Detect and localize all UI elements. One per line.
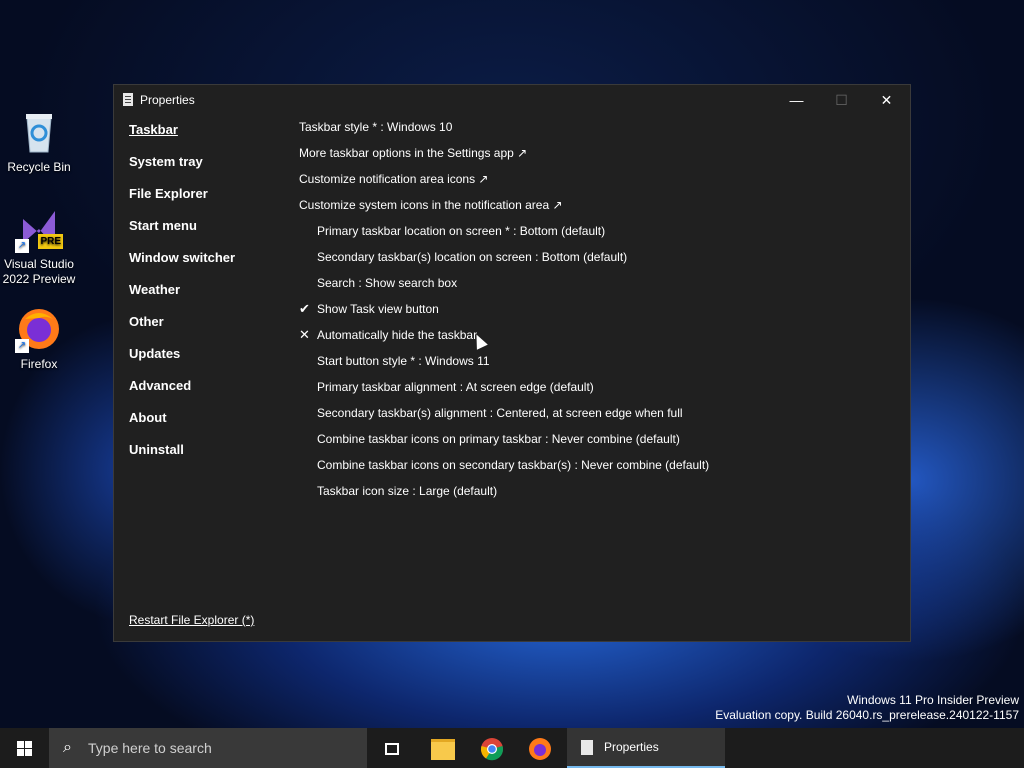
nav-item-window-switcher[interactable]: Window switcher	[129, 249, 289, 281]
nav-item-uninstall[interactable]: Uninstall	[129, 441, 289, 473]
chrome-icon	[480, 738, 504, 761]
window-title: Properties	[140, 93, 195, 107]
taskbar: ⌕ Type here to search Properties	[0, 728, 1024, 768]
nav-item-about[interactable]: About	[129, 409, 289, 441]
chrome-taskbar-button[interactable]	[468, 728, 516, 768]
option-combine-primary[interactable]: Combine taskbar icons on primary taskbar…	[299, 430, 899, 456]
option-label: Taskbar style * : Windows 10	[299, 120, 453, 134]
firefox-taskbar-button[interactable]	[516, 728, 564, 768]
preview-badge: PRE	[38, 234, 63, 249]
checkmark-icon: ✔	[299, 301, 310, 316]
evaluation-watermark: Windows 11 Pro Insider Preview Evaluatio…	[715, 693, 1019, 723]
option-primary-alignment[interactable]: Primary taskbar alignment : At screen ed…	[299, 378, 899, 404]
file-explorer-taskbar-button[interactable]	[419, 728, 467, 768]
option-notification-icons-link[interactable]: Customize notification area icons ↗	[299, 170, 899, 196]
task-view-button[interactable]	[368, 728, 416, 768]
nav-item-advanced[interactable]: Advanced	[129, 377, 289, 409]
visual-studio-icon: PRE ↗	[15, 205, 63, 253]
firefox-icon: ↗	[15, 305, 63, 353]
nav-item-taskbar[interactable]: Taskbar	[129, 121, 289, 153]
nav-item-updates[interactable]: Updates	[129, 345, 289, 377]
option-label: Combine taskbar icons on primary taskbar…	[317, 432, 680, 446]
watermark-line-1: Windows 11 Pro Insider Preview	[847, 693, 1019, 707]
option-label: Automatically hide the taskbar	[317, 328, 478, 342]
recycle-bin-icon	[15, 108, 63, 156]
properties-taskbar-button[interactable]: Properties	[567, 728, 725, 768]
option-taskbar-style[interactable]: Taskbar style * : Windows 10	[299, 118, 899, 144]
taskbar-app-label: Properties	[604, 740, 659, 754]
option-start-button-style[interactable]: Start button style * : Windows 11	[299, 352, 899, 378]
maximize-button[interactable]: ☐	[819, 85, 864, 115]
option-system-icons-link[interactable]: Customize system icons in the notificati…	[299, 196, 899, 222]
shortcut-arrow-icon: ↗	[15, 339, 29, 353]
title-bar[interactable]: Properties — ☐ ✕	[114, 85, 910, 115]
minimize-button[interactable]: —	[774, 85, 819, 115]
option-icon-size[interactable]: Taskbar icon size : Large (default)	[299, 482, 899, 508]
option-primary-taskbar-location[interactable]: Primary taskbar location on screen * : B…	[299, 222, 899, 248]
search-placeholder: Type here to search	[88, 740, 212, 756]
nav-item-start-menu[interactable]: Start menu	[129, 217, 289, 249]
search-icon: ⌕	[63, 739, 72, 756]
options-list: Taskbar style * : Windows 10 More taskba…	[299, 118, 899, 508]
shortcut-arrow-icon: ↗	[15, 239, 29, 253]
cross-icon: ✕	[299, 327, 310, 342]
option-search[interactable]: Search : Show search box	[299, 274, 899, 300]
option-label: Primary taskbar alignment : At screen ed…	[317, 380, 594, 394]
nav-item-other[interactable]: Other	[129, 313, 289, 345]
desktop-icon-label: Firefox	[20, 357, 58, 371]
option-label: More taskbar options in the Settings app…	[299, 146, 528, 160]
nav-item-weather[interactable]: Weather	[129, 281, 289, 313]
option-settings-app-link[interactable]: More taskbar options in the Settings app…	[299, 144, 899, 170]
taskbar-search-box[interactable]: ⌕ Type here to search	[49, 728, 367, 768]
task-view-icon	[385, 743, 399, 756]
desktop-icon-recycle-bin[interactable]: Recycle Bin	[1, 108, 77, 175]
folder-icon	[431, 738, 455, 760]
option-secondary-alignment[interactable]: Secondary taskbar(s) alignment : Centere…	[299, 404, 899, 430]
option-label: Customize notification area icons ↗	[299, 172, 489, 186]
option-label: Taskbar icon size : Large (default)	[317, 484, 498, 498]
option-label: Primary taskbar location on screen * : B…	[317, 224, 606, 238]
option-combine-secondary[interactable]: Combine taskbar icons on secondary taskb…	[299, 456, 899, 482]
app-icon	[123, 93, 133, 106]
start-button[interactable]	[0, 728, 48, 768]
desktop-icon-label: Recycle Bin	[7, 160, 71, 174]
desktop-icon-visual-studio[interactable]: PRE ↗ Visual Studio 2022 Preview	[1, 205, 77, 287]
watermark-line-2: Evaluation copy. Build 26040.rs_prerelea…	[715, 708, 1019, 722]
option-label: Start button style * : Windows 11	[317, 354, 490, 368]
option-label: Secondary taskbar(s) location on screen …	[317, 250, 628, 264]
option-label: Search : Show search box	[317, 276, 458, 290]
desktop-icon-firefox[interactable]: ↗ Firefox	[1, 305, 77, 372]
properties-app-icon	[581, 740, 593, 755]
option-label: Combine taskbar icons on secondary taskb…	[317, 458, 710, 472]
option-secondary-taskbar-location[interactable]: Secondary taskbar(s) location on screen …	[299, 248, 899, 274]
properties-window: Properties — ☐ ✕ Taskbar System tray Fil…	[113, 84, 911, 642]
option-label: Customize system icons in the notificati…	[299, 198, 563, 212]
restart-file-explorer-link[interactable]: Restart File Explorer (*)	[129, 613, 254, 627]
close-button[interactable]: ✕	[864, 85, 909, 115]
option-label: Secondary taskbar(s) alignment : Centere…	[317, 406, 683, 420]
option-label: Show Task view button	[317, 302, 439, 316]
option-show-task-view[interactable]: ✔ Show Task view button	[299, 300, 899, 326]
nav-item-system-tray[interactable]: System tray	[129, 153, 289, 185]
windows-logo-icon	[17, 741, 32, 756]
firefox-icon	[529, 738, 551, 761]
sidebar-nav: Taskbar System tray File Explorer Start …	[129, 121, 289, 473]
option-auto-hide-taskbar[interactable]: ✕ Automatically hide the taskbar	[299, 326, 899, 352]
desktop-icon-label: Visual Studio 2022 Preview	[2, 257, 76, 286]
nav-item-file-explorer[interactable]: File Explorer	[129, 185, 289, 217]
